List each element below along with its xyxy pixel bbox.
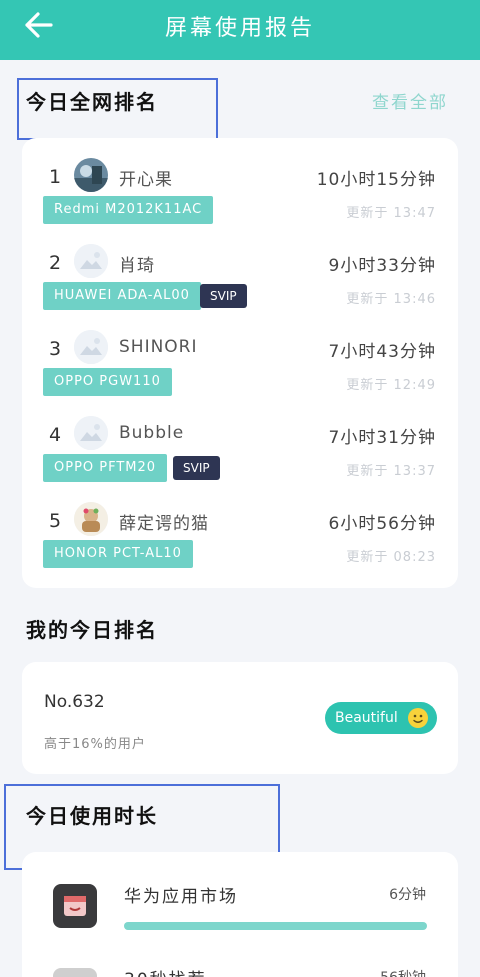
ranking-row-5[interactable]: 5 薛定谔的猫 6小时56分钟 HONOR PCT-AL10 更新于 08:23 xyxy=(22,482,458,568)
device-tag: OPPO PGW110 xyxy=(43,368,172,396)
ranking-row-2[interactable]: 2 肖琦 9小时33分钟 HUAWEI ADA-AL00 SVIP 更新于 13… xyxy=(22,224,458,310)
update-time: 更新于 12:49 xyxy=(346,378,436,393)
app-duration: 6分钟 xyxy=(389,887,426,903)
usage-progress-bar xyxy=(124,922,427,930)
ranking-row-1[interactable]: 1 开心果 10小时15分钟 Redmi M2012K11AC 更新于 13:4… xyxy=(22,138,458,224)
user-name: SHINORI xyxy=(119,337,198,357)
user-avatar xyxy=(74,158,108,192)
device-tag: HONOR PCT-AL10 xyxy=(43,540,193,568)
user-name: 肖琦 xyxy=(119,256,155,276)
beautiful-badge[interactable]: Beautiful xyxy=(325,702,437,734)
default-avatar-icon xyxy=(74,244,108,278)
ranking-row-4[interactable]: 4 Bubble 7小时31分钟 OPPO PFTM20 SVIP 更新于 13… xyxy=(22,396,458,482)
beautiful-label: Beautiful xyxy=(335,710,398,726)
rank-number: 4 xyxy=(49,424,62,446)
app-market-icon xyxy=(53,884,97,928)
update-time: 更新于 13:47 xyxy=(346,206,436,221)
smiley-icon xyxy=(407,707,429,729)
default-avatar-icon xyxy=(74,416,108,450)
beat-percentage: 高于16%的用户 xyxy=(44,737,146,752)
my-rank-card: No.632 高于16%的用户 Beautiful xyxy=(22,662,458,774)
app-name: 30秒找茬 xyxy=(124,965,207,977)
ranking-card: 1 开心果 10小时15分钟 Redmi M2012K11AC 更新于 13:4… xyxy=(22,138,458,588)
svip-badge: SVIP xyxy=(200,284,247,308)
user-avatar xyxy=(74,502,108,536)
rank-number: 3 xyxy=(49,338,62,360)
device-tag: Redmi M2012K11AC xyxy=(43,196,214,224)
device-tag: OPPO PFTM20 xyxy=(43,454,168,482)
update-time: 更新于 08:23 xyxy=(346,550,436,565)
ranking-row-3[interactable]: 3 SHINORI 7小时43分钟 OPPO PGW110 更新于 12:49 xyxy=(22,310,458,396)
rank-number: 2 xyxy=(49,252,62,274)
ranking-section-title: 今日全网排名 xyxy=(26,90,158,114)
usage-duration: 7小时31分钟 xyxy=(328,428,436,448)
user-name: Bubble xyxy=(119,423,185,443)
my-rank-section-title: 我的今日排名 xyxy=(26,618,158,642)
page-title: 屏幕使用报告 xyxy=(164,16,315,41)
rank-number: 5 xyxy=(49,510,62,532)
app-icon xyxy=(53,968,97,977)
device-tag: HUAWEI ADA-AL00 xyxy=(43,282,201,310)
usage-duration: 7小时43分钟 xyxy=(328,342,436,362)
usage-card: 华为应用市场 6分钟 30秒找茬 56秒钟 xyxy=(22,852,458,977)
app-name: 华为应用市场 xyxy=(124,887,238,907)
my-rank-number: No.632 xyxy=(44,692,105,712)
usage-progress-fill xyxy=(124,922,427,930)
usage-duration: 6小时56分钟 xyxy=(328,514,436,534)
update-time: 更新于 13:46 xyxy=(346,292,436,307)
usage-section-title: 今日使用时长 xyxy=(26,804,158,828)
usage-duration: 10小时15分钟 xyxy=(316,170,436,190)
update-time: 更新于 13:37 xyxy=(346,464,436,479)
app-duration: 56秒钟 xyxy=(380,967,426,977)
usage-duration: 9小时33分钟 xyxy=(328,256,436,276)
app-header: 屏幕使用报告 xyxy=(0,0,480,60)
default-avatar-icon xyxy=(74,330,108,364)
svip-badge: SVIP xyxy=(173,456,220,480)
rank-number: 1 xyxy=(49,166,62,188)
user-name: 薛定谔的猫 xyxy=(119,514,209,534)
view-all-link[interactable]: 查看全部 xyxy=(372,88,448,113)
user-name: 开心果 xyxy=(119,170,173,190)
